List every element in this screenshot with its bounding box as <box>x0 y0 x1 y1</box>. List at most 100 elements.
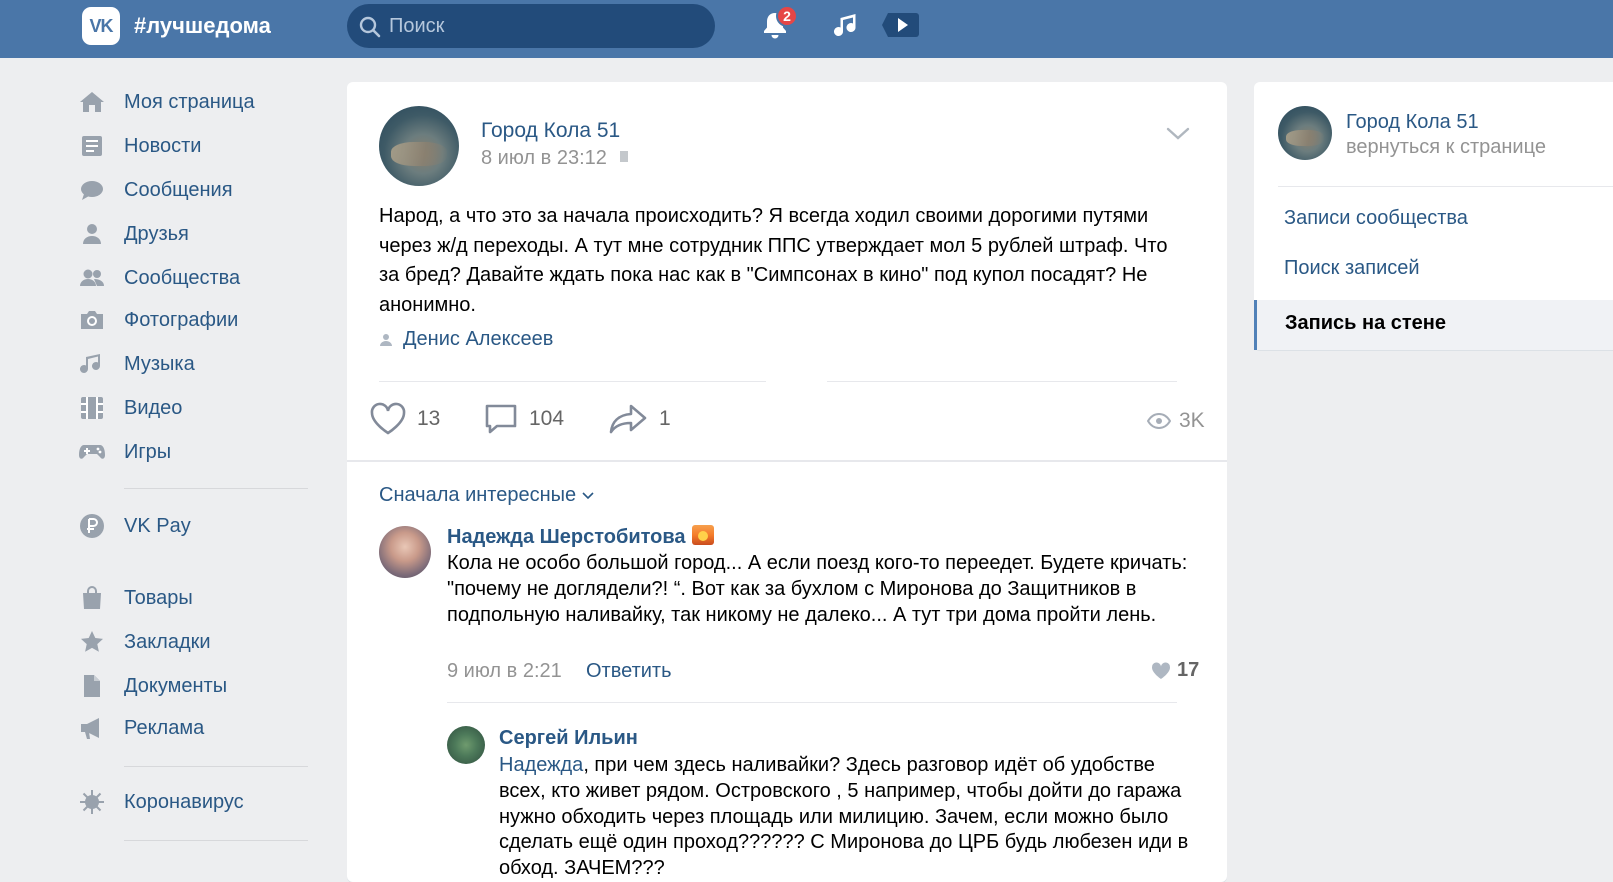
menu-item-community-posts[interactable]: Записи сообщества <box>1284 207 1468 230</box>
comment-button[interactable]: 104 <box>483 402 564 436</box>
commenter-avatar[interactable] <box>379 526 431 578</box>
nav-label: Моя страница <box>124 90 255 113</box>
comment-like-count: 17 <box>1177 659 1200 681</box>
nav-label: Закладки <box>124 630 211 653</box>
comment-body: , при чем здесь наливайки? Здесь разгово… <box>499 754 1189 880</box>
nav-item-communities[interactable]: Сообщества <box>78 263 318 293</box>
user-icon <box>380 333 392 346</box>
menu-item-search-posts[interactable]: Поиск записей <box>1284 257 1420 280</box>
like-button[interactable]: 13 <box>369 402 440 436</box>
right-panel: Город Кола 51 вернуться к странице Запис… <box>1254 82 1613 350</box>
bag-icon <box>83 586 101 609</box>
divider <box>347 460 1227 462</box>
sort-label: Сначала интересные <box>379 484 577 506</box>
nav-label: Товары <box>124 586 193 609</box>
views-counter: 3K <box>1147 409 1205 433</box>
top-bar: VK #лучшедома 2 <box>0 0 1613 58</box>
nav-divider <box>124 840 308 841</box>
nav-label: Реклама <box>124 716 205 739</box>
comments-sort[interactable]: Сначала интересные <box>379 484 594 507</box>
like-count: 13 <box>417 407 441 430</box>
comment-author-name: Надежда Шерстобитова <box>447 526 686 548</box>
share-count: 1 <box>659 407 671 430</box>
nav-item-news[interactable]: Новости <box>78 131 318 161</box>
chevron-down-icon <box>582 491 594 499</box>
group-avatar[interactable] <box>1278 106 1332 160</box>
nav-item-games[interactable]: Игры <box>78 437 318 467</box>
comment-count: 104 <box>529 407 565 430</box>
nav-label: Игры <box>124 440 172 463</box>
nav-label: VK Pay <box>124 514 191 537</box>
comment-mention[interactable]: Надежда <box>499 754 583 776</box>
divider <box>827 381 1177 382</box>
group-icon <box>80 269 104 286</box>
pin-icon <box>620 151 629 162</box>
eye-icon <box>1147 413 1171 429</box>
nav-item-music[interactable]: Музыка <box>78 349 318 379</box>
comment-text: Надежда, при чем здесь наливайки? Здесь … <box>499 753 1199 882</box>
nav-item-coronavirus[interactable]: Коронавирус <box>78 787 318 817</box>
share-icon <box>609 404 647 434</box>
nav-item-my-page[interactable]: Моя страница <box>78 87 318 117</box>
header-hashtag[interactable]: #лучшедома <box>134 13 271 39</box>
vk-logo[interactable]: VK <box>82 7 120 45</box>
nav-item-ads[interactable]: Реклама <box>78 713 318 743</box>
nav-item-photos[interactable]: Фотографии <box>78 305 318 335</box>
film-icon <box>81 397 103 419</box>
vk-logo-text: VK <box>89 15 113 36</box>
comment-author[interactable]: Сергей Ильин <box>499 727 638 750</box>
nav-item-documents[interactable]: Документы <box>78 671 318 701</box>
signer-name: Денис Алексеев <box>403 328 554 350</box>
nav-label: Новости <box>124 134 202 157</box>
search-box[interactable] <box>347 4 715 48</box>
ruble-icon <box>80 514 104 538</box>
music-icon[interactable] <box>833 10 861 40</box>
comment-date[interactable]: 9 июл в 2:21 <box>447 660 562 683</box>
nav-label: Документы <box>124 674 228 697</box>
nav-label: Сообщения <box>124 178 233 201</box>
post-author[interactable]: Город Кола 51 <box>481 119 620 143</box>
star-icon <box>81 631 103 652</box>
post-text: Народ, а что это за начала происходить? … <box>379 205 1168 316</box>
divider <box>379 381 766 382</box>
nav-divider <box>124 766 308 767</box>
search-icon <box>359 16 381 38</box>
wall-post: Город Кола 51 8 июл в 23:12 Народ, а что… <box>347 82 1227 882</box>
chevron-down-icon[interactable] <box>1165 126 1191 142</box>
user-icon <box>83 224 101 244</box>
nav-item-friends[interactable]: Друзья <box>78 219 318 249</box>
share-button[interactable]: 1 <box>609 402 671 436</box>
nav-item-messages[interactable]: Сообщения <box>78 175 318 205</box>
notification-badge: 2 <box>776 5 798 27</box>
group-name-link[interactable]: Город Кола 51 <box>1346 111 1479 134</box>
back-to-page-link[interactable]: вернуться к странице <box>1346 136 1546 159</box>
play-icon[interactable] <box>882 9 922 41</box>
virus-icon <box>80 790 104 814</box>
search-input[interactable] <box>389 12 689 40</box>
nav-item-video[interactable]: Видео <box>78 393 318 423</box>
group-avatar[interactable] <box>379 106 459 186</box>
sunset-emoji-icon <box>691 525 714 545</box>
post-signer[interactable]: Денис Алексеев <box>379 328 553 351</box>
comment-author[interactable]: Надежда Шерстобитова <box>447 525 714 549</box>
heart-icon <box>370 402 406 435</box>
heart-icon <box>1151 661 1171 679</box>
comment-text: Кола не особо большой город... А если по… <box>447 552 1188 626</box>
nav-label: Друзья <box>124 222 189 245</box>
views-count: 3K <box>1179 409 1205 432</box>
post-date[interactable]: 8 июл в 23:12 <box>481 147 607 169</box>
gamepad-icon <box>79 445 105 459</box>
comment-like-button[interactable]: 17 <box>1151 659 1199 682</box>
reply-button[interactable]: Ответить <box>586 660 672 683</box>
nav-label: Фотографии <box>124 308 239 331</box>
commenter-avatar[interactable] <box>447 726 485 764</box>
nav-item-bookmarks[interactable]: Закладки <box>78 627 318 657</box>
nav-label: Коронавирус <box>124 790 244 813</box>
nav-item-goods[interactable]: Товары <box>78 583 318 613</box>
nav-divider <box>124 488 308 489</box>
nav-item-vk-pay[interactable]: VK Pay <box>78 511 318 541</box>
menu-item-wall-post[interactable]: Запись на стене <box>1254 300 1613 350</box>
nav-label: Видео <box>124 396 183 419</box>
news-icon <box>82 136 102 156</box>
active-menu-label: Запись на стене <box>1285 312 1447 334</box>
